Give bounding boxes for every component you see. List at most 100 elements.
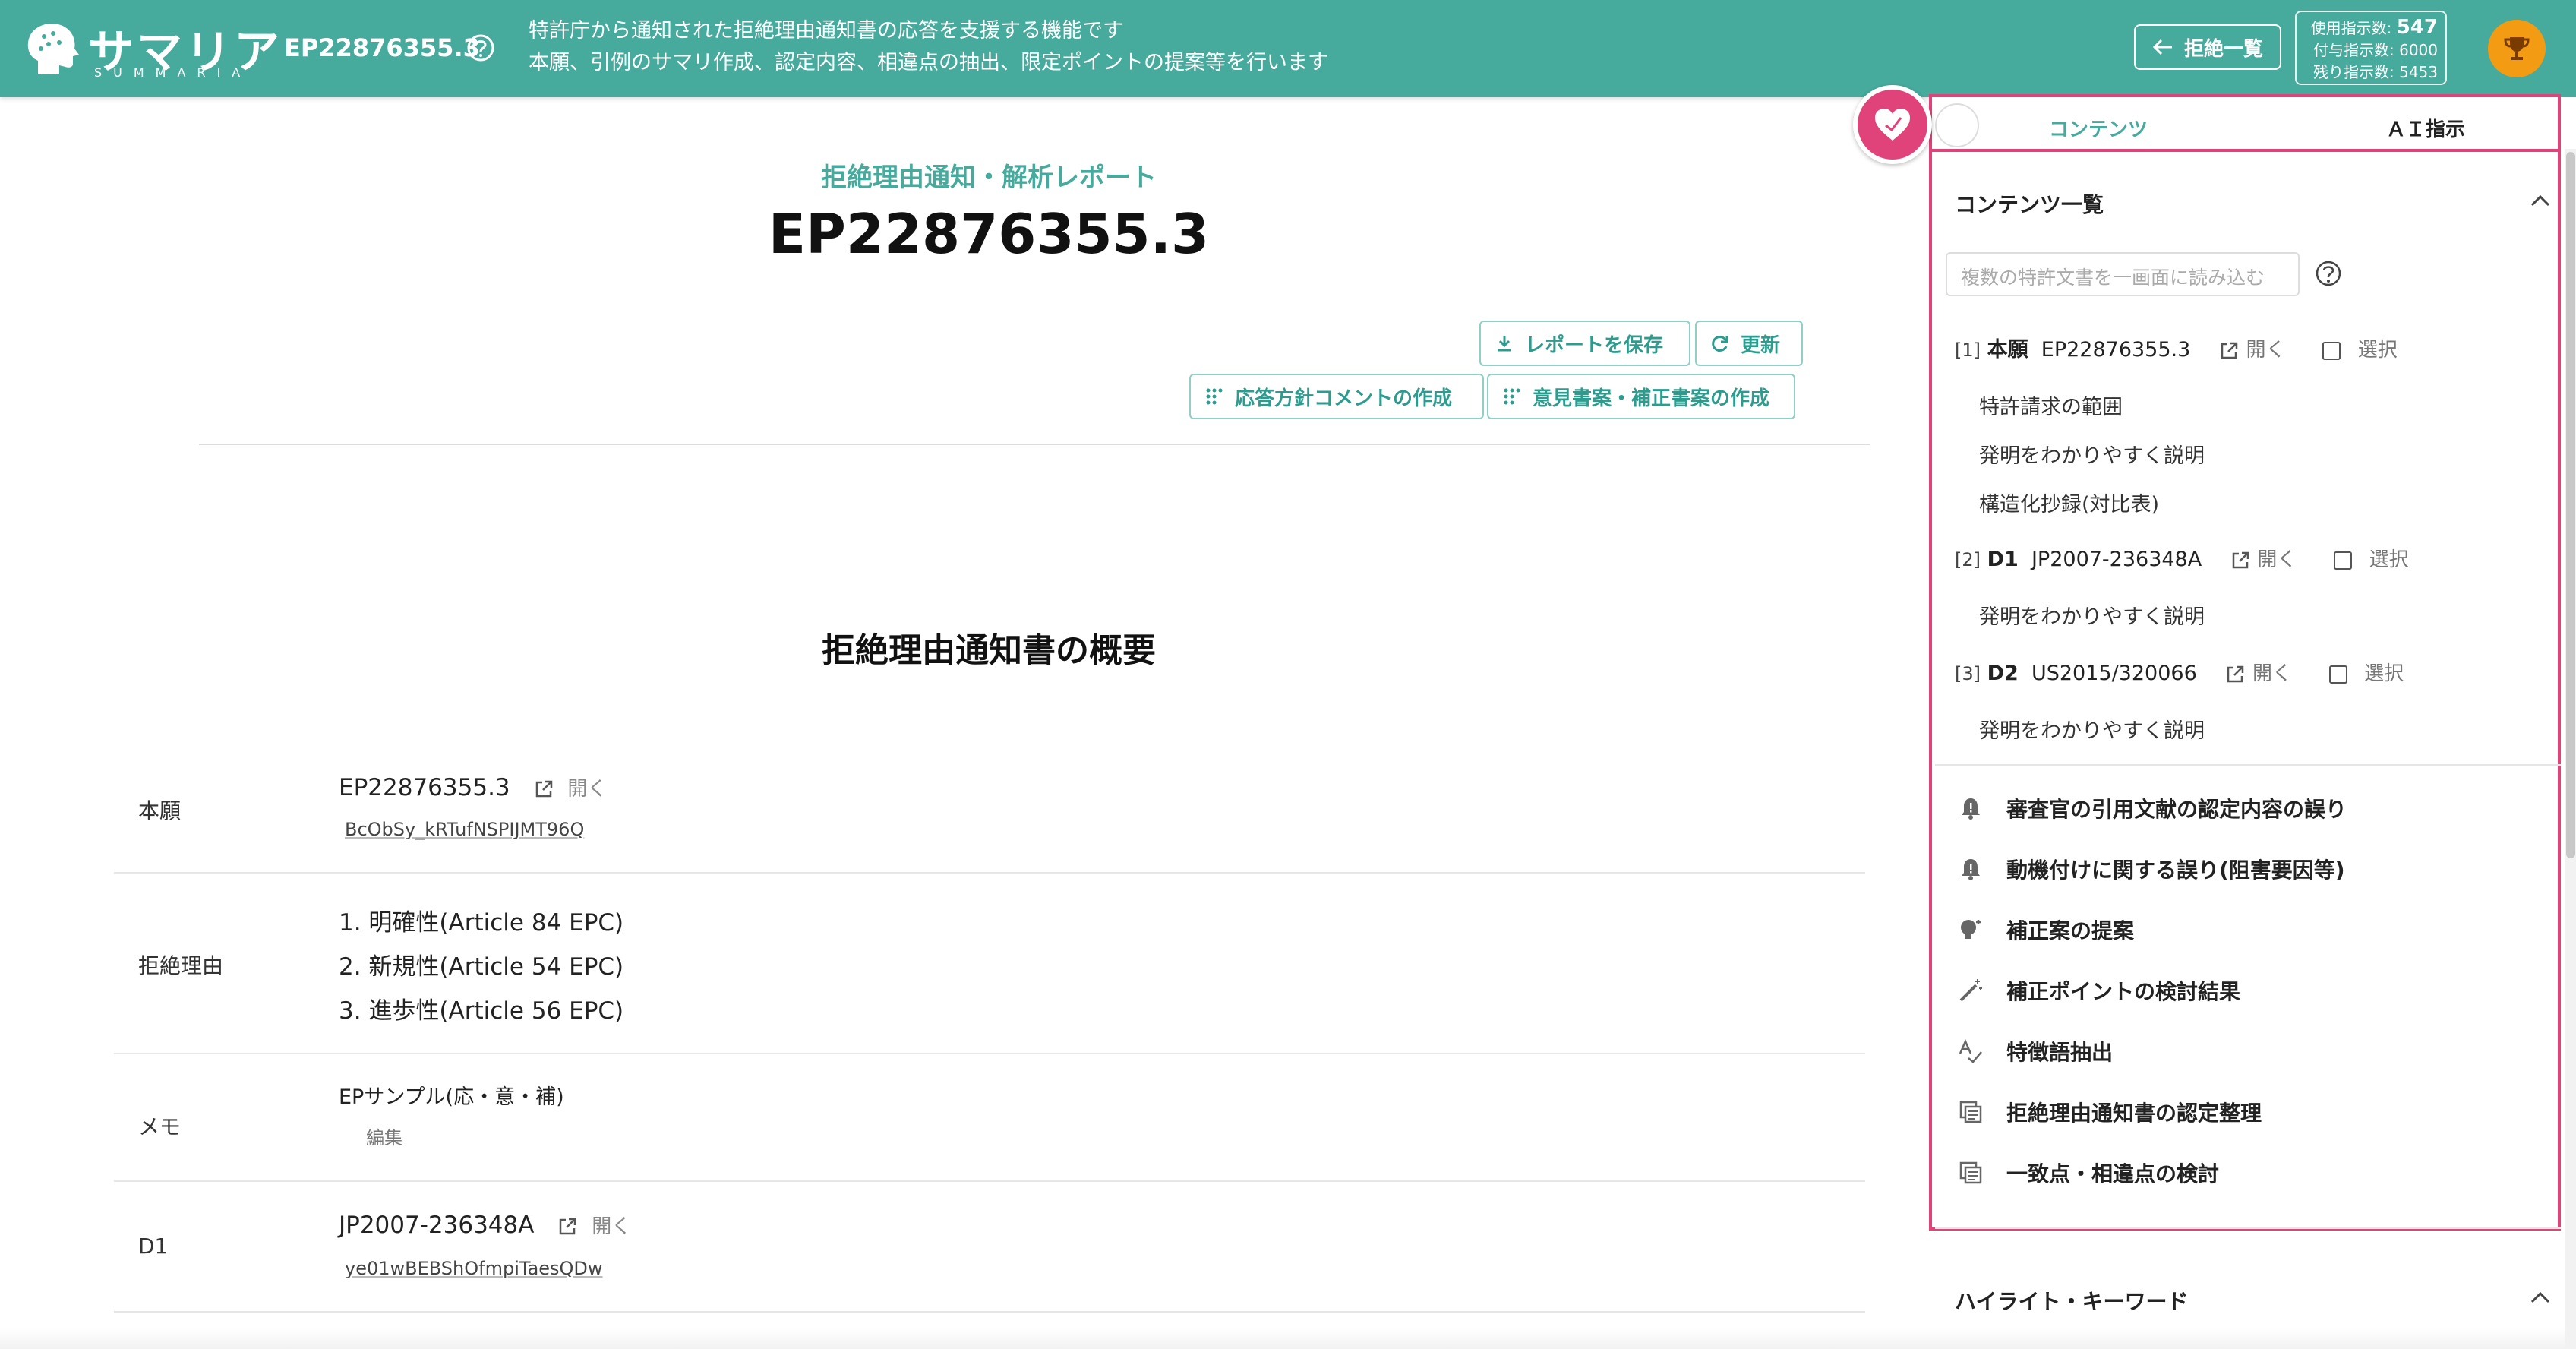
menu-item-citation-errors[interactable]: 審査官の引用文献の認定内容の誤り bbox=[1958, 793, 2347, 823]
rejection-list-button[interactable]: 拒絶一覧 bbox=[2134, 24, 2281, 70]
row-value: JP2007-236348A 開く bbox=[339, 1211, 631, 1239]
row-value: EP22876355.3 開く bbox=[339, 773, 607, 801]
select-label: 選択 bbox=[2364, 662, 2404, 685]
report-kicker: 拒絶理由通知・解析レポート bbox=[821, 163, 1157, 193]
external-link-icon[interactable] bbox=[2224, 664, 2246, 685]
document-entry: [2] D1 JP2007-236348A 開く 選択 bbox=[1955, 544, 2409, 572]
doc-kind: D1 bbox=[1987, 548, 2019, 571]
create-opinion-draft-button[interactable]: 意見書案・補正書案の作成 bbox=[1487, 374, 1795, 419]
chevron-up-icon[interactable] bbox=[2529, 1290, 2552, 1305]
used-count: 使用指示数: 547 bbox=[2304, 17, 2438, 39]
help-icon[interactable] bbox=[2315, 260, 2342, 287]
hash-link[interactable]: ye01wBEBShOfmpiTaesQDw bbox=[345, 1258, 603, 1279]
menu-item-label: 動機付けに関する誤り(阻害要因等) bbox=[2006, 858, 2345, 883]
table-row: メモ EPサンプル(応・意・補) 編集 bbox=[114, 1053, 1865, 1182]
menu-item-motivation-errors[interactable]: 動機付けに関する誤り(阻害要因等) bbox=[1958, 854, 2345, 884]
doc-index: [2] bbox=[1955, 549, 1981, 570]
content-item[interactable]: 発明をわかりやすく説明 bbox=[1979, 439, 2205, 469]
open-link[interactable]: 開く bbox=[2257, 548, 2297, 571]
select-label: 選択 bbox=[2369, 548, 2409, 571]
menu-item-rejection-organization[interactable]: 拒絶理由通知書の認定整理 bbox=[1958, 1097, 2262, 1127]
rejection-list-label: 拒絶一覧 bbox=[2183, 37, 2263, 61]
report-divider bbox=[199, 444, 1870, 445]
dot-grid-icon bbox=[1206, 388, 1223, 405]
documents-icon bbox=[1958, 1160, 1984, 1186]
description-line-1: 特許庁から通知された拒絶理由通知書の応答を支援する機能です bbox=[529, 19, 1123, 43]
trophy-icon bbox=[2504, 37, 2530, 60]
external-link-icon[interactable] bbox=[557, 1216, 578, 1237]
open-link[interactable]: 開く bbox=[2252, 662, 2292, 685]
doc-number: JP2007-236348A bbox=[2031, 548, 2202, 571]
magic-wand-icon bbox=[1958, 978, 1984, 1003]
row-subvalue: BcObSy_kRTufNSPIJMT96Q bbox=[345, 814, 584, 842]
bottom-fade bbox=[0, 1328, 2576, 1349]
doc-kind: D2 bbox=[1987, 662, 2019, 685]
open-link[interactable]: 開く bbox=[567, 778, 607, 801]
granted-count: 付与指示数: 6000 bbox=[2304, 39, 2438, 62]
table-row: D1 JP2007-236348A 開く ye01wBEBShOfmpiTaes… bbox=[114, 1180, 1865, 1313]
instruction-counts: 使用指示数: 547 付与指示数: 6000 残り指示数: 5453 bbox=[2295, 11, 2447, 85]
edit-link[interactable]: 編集 bbox=[366, 1123, 402, 1149]
refresh-button[interactable]: 更新 bbox=[1695, 321, 1803, 366]
memo-text: EPサンプル(応・意・補) bbox=[339, 1085, 564, 1109]
trophy-button[interactable] bbox=[2488, 20, 2546, 77]
open-link[interactable]: 開く bbox=[592, 1215, 631, 1238]
external-link-icon[interactable] bbox=[2218, 340, 2240, 362]
row-label: D1 bbox=[138, 1234, 169, 1259]
lightbulb-icon bbox=[1958, 917, 1984, 943]
create-response-comment-button[interactable]: 応答方針コメントの作成 bbox=[1189, 374, 1484, 419]
arrow-left-icon bbox=[2152, 39, 2172, 55]
reason-item: 1. 明確性(Article 84 EPC) bbox=[339, 909, 624, 937]
doc-number: EP22876355.3 bbox=[2041, 338, 2191, 362]
hash-link[interactable]: BcObSy_kRTufNSPIJMT96Q bbox=[345, 819, 584, 840]
menu-item-amendment-proposal[interactable]: 補正案の提案 bbox=[1958, 915, 2134, 945]
reason-item: 2. 新規性(Article 54 EPC) bbox=[339, 953, 624, 981]
menu-item-label: 特徴語抽出 bbox=[2006, 1040, 2114, 1065]
save-report-label: レポートを保存 bbox=[1525, 333, 1664, 357]
panel-toggle[interactable] bbox=[1935, 103, 1979, 147]
tab-contents[interactable]: コンテンツ bbox=[2049, 114, 2148, 142]
content-item[interactable]: 特許請求の範囲 bbox=[1979, 390, 2123, 420]
contents-list-title: コンテンツ一覧 bbox=[1955, 192, 2104, 217]
report-title: EP22876355.3 bbox=[768, 202, 1210, 266]
content-item[interactable]: 発明をわかりやすく説明 bbox=[1979, 600, 2205, 630]
content-item[interactable]: 発明をわかりやすく説明 bbox=[1979, 714, 2205, 744]
remaining-count-value: 5453 bbox=[2399, 63, 2438, 81]
content-item[interactable]: 構造化抄録(対比表) bbox=[1979, 488, 2159, 517]
refresh-label: 更新 bbox=[1741, 333, 1781, 357]
doc-kind: 本願 bbox=[1987, 338, 2028, 362]
select-checkbox[interactable] bbox=[2328, 665, 2347, 684]
dot-grid-icon bbox=[1504, 388, 1520, 405]
granted-count-label: 付与指示数: bbox=[2312, 41, 2394, 59]
granted-count-value: 6000 bbox=[2399, 41, 2438, 59]
remaining-count: 残り指示数: 5453 bbox=[2304, 62, 2438, 84]
reference-number: JP2007-236348A bbox=[339, 1212, 535, 1239]
select-checkbox[interactable] bbox=[2334, 551, 2353, 570]
tab-ai-instructions[interactable]: ＡＩ指示 bbox=[2386, 114, 2465, 142]
panel-tabs: コンテンツ ＡＩ指示 bbox=[1929, 94, 2561, 152]
menu-item-amendment-points[interactable]: 補正ポイントの検討結果 bbox=[1958, 975, 2240, 1006]
panel-scrollbar-thumb[interactable] bbox=[2566, 152, 2575, 858]
help-icon[interactable] bbox=[466, 33, 495, 62]
doc-number: US2015/320066 bbox=[2031, 662, 2197, 685]
report-main: 拒絶理由通知・解析レポート EP22876355.3 レポートを保存 更新 応答… bbox=[0, 97, 1929, 1349]
remaining-count-label: 残り指示数: bbox=[2312, 63, 2394, 81]
highlight-keyword-title: ハイライト・キーワード bbox=[1955, 1289, 2189, 1314]
menu-item-label: 一致点・相違点の検討 bbox=[2006, 1161, 2220, 1186]
table-row: 拒絶理由 1. 明確性(Article 84 EPC) 2. 新規性(Artic… bbox=[114, 872, 1865, 1054]
row-label: 本願 bbox=[138, 798, 182, 823]
menu-item-match-difference[interactable]: 一致点・相違点の検討 bbox=[1958, 1158, 2219, 1188]
row-label: 拒絶理由 bbox=[138, 953, 224, 978]
save-report-button[interactable]: レポートを保存 bbox=[1479, 321, 1690, 366]
open-link[interactable]: 開く bbox=[2246, 339, 2285, 362]
header-description: 特許庁から通知された拒絶理由通知書の応答を支援する機能です 本願、引例のサマリ作… bbox=[529, 15, 1328, 79]
panel-divider bbox=[1935, 1227, 2561, 1229]
chevron-up-icon[interactable] bbox=[2529, 193, 2552, 208]
menu-item-feature-terms[interactable]: 特徴語抽出 bbox=[1958, 1036, 2113, 1066]
external-link-icon[interactable] bbox=[533, 779, 554, 800]
select-checkbox[interactable] bbox=[2322, 341, 2341, 360]
reason-item: 3. 進歩性(Article 56 EPC) bbox=[339, 997, 624, 1025]
external-link-icon[interactable] bbox=[2230, 550, 2251, 571]
load-documents-input[interactable]: 複数の特許文書を一画面に読み込む bbox=[1946, 252, 2300, 296]
favorite-button[interactable] bbox=[1853, 85, 1932, 164]
